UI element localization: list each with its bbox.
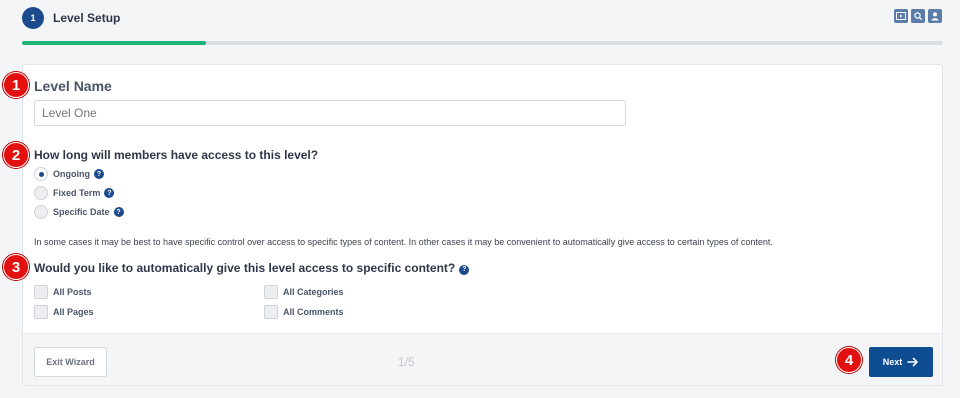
wizard-header: 1 Level Setup	[0, 0, 960, 46]
radio-fixed-term-button[interactable]	[34, 186, 48, 200]
checkbox-all-pages[interactable]: All Pages	[34, 305, 94, 319]
content-access-info-text: In some cases it may be best to have spe…	[34, 237, 773, 247]
checkbox-all-categories-label: All Categories	[283, 287, 344, 297]
annotation-marker-4: 4	[836, 347, 862, 373]
checkbox-all-pages-label: All Pages	[53, 307, 94, 317]
checkbox-all-comments-box[interactable]	[264, 305, 278, 319]
next-button-label: Next	[882, 357, 903, 367]
wizard-footer	[23, 333, 942, 385]
video-tutorial-icon[interactable]	[894, 9, 908, 23]
arrow-right-icon	[907, 357, 919, 367]
help-icon[interactable]: ?	[113, 207, 124, 217]
checkbox-all-categories[interactable]: All Categories	[264, 285, 344, 299]
radio-specific-date[interactable]: Specific Date ?	[34, 205, 124, 219]
annotation-marker-1: 1	[3, 72, 29, 98]
exit-wizard-button[interactable]: Exit Wizard	[34, 347, 107, 377]
checkbox-all-categories-box[interactable]	[264, 285, 278, 299]
checkbox-all-comments-label: All Comments	[283, 307, 344, 317]
user-account-icon[interactable]	[928, 9, 942, 23]
step-counter: 1/5	[398, 355, 415, 369]
checkbox-all-posts-box[interactable]	[34, 285, 48, 299]
annotation-marker-2: 2	[3, 142, 29, 168]
help-icon[interactable]: ?	[94, 169, 104, 179]
wizard-progress-fill	[22, 41, 207, 45]
content-access-question: Would you like to automatically give thi…	[34, 261, 470, 275]
access-duration-question-text: How long will members have access to thi…	[34, 148, 319, 162]
wizard-progress-bar	[22, 41, 943, 45]
radio-ongoing-label: Ongoing	[53, 169, 90, 179]
level-name-input[interactable]	[34, 100, 626, 126]
next-button[interactable]: Next	[869, 347, 933, 377]
annotation-marker-3: 3	[3, 254, 29, 280]
radio-specific-date-label: Specific Date	[53, 207, 110, 217]
radio-ongoing-button[interactable]	[34, 167, 48, 181]
search-docs-icon[interactable]	[911, 9, 925, 23]
level-name-label: Level Name	[34, 78, 112, 94]
header-icons	[894, 9, 942, 23]
radio-specific-date-button[interactable]	[34, 205, 48, 219]
radio-fixed-term-label: Fixed Term	[53, 188, 101, 198]
checkbox-all-comments[interactable]: All Comments	[264, 305, 344, 319]
checkbox-all-posts-label: All Posts	[53, 287, 92, 297]
radio-ongoing[interactable]: Ongoing ?	[34, 167, 104, 181]
help-icon[interactable]: ?	[104, 188, 115, 198]
help-icon[interactable]: ?	[459, 264, 470, 275]
checkbox-all-pages-box[interactable]	[34, 305, 48, 319]
content-access-question-text: Would you like to automatically give thi…	[34, 261, 456, 275]
checkbox-all-posts[interactable]: All Posts	[34, 285, 92, 299]
level-setup-card: Level Name How long will members have ac…	[22, 64, 943, 386]
radio-fixed-term[interactable]: Fixed Term ?	[34, 186, 115, 200]
access-duration-question: How long will members have access to thi…	[34, 148, 318, 162]
step-number-badge: 1	[22, 7, 44, 29]
step-title: Level Setup	[53, 11, 121, 25]
